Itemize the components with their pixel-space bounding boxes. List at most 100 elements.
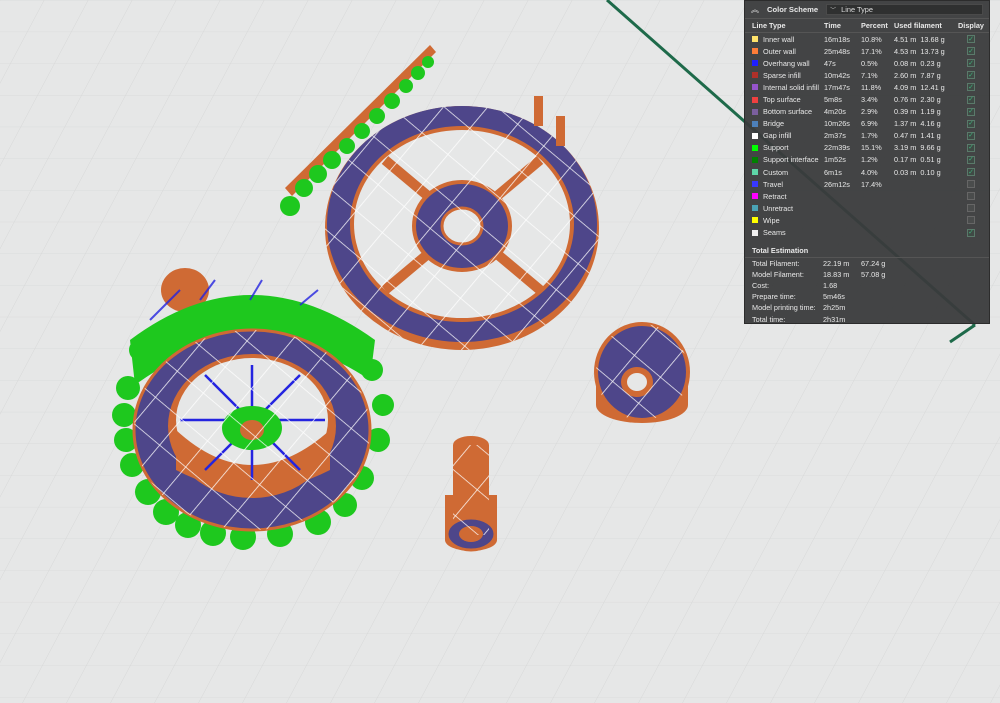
percent-value: 4.0% [861,167,878,177]
filament-value: 0.08 m 0.23 g [894,59,956,68]
line-type-cell: Wipe [752,216,824,225]
display-checkbox[interactable]: ✓ [967,35,975,44]
filament-length: 2.60 m [894,70,917,80]
display-checkbox[interactable]: ✓ [967,71,975,80]
filament-value: 2.60 m 7.87 g [894,71,956,80]
percent-value: 11.8% [861,82,882,92]
color-swatch [752,60,758,67]
display-checkbox[interactable]: ✓ [967,228,975,237]
color-scheme-value: Line Type [841,5,873,14]
line-type-name: Overhang wall [763,58,810,68]
filament-value: 4.51 m 13.68 g [894,35,956,44]
color-swatch [752,96,758,103]
line-type-name: Travel [763,179,784,189]
display-checkbox[interactable]: ✓ [967,47,975,56]
legend-column-headers: Line Type Time Percent Used filament Dis… [745,19,989,33]
line-type-cell: Top surface [752,95,824,104]
display-cell: ✓ [956,131,986,140]
time-value: 17m47s [824,82,850,92]
legend-row: Bottom surface 4m20s 2.9% 0.39 m 1.19 g ✓ [745,106,989,118]
filament-value: 0.39 m 1.19 g [894,107,956,116]
total-value-2: 67.24 g [861,258,886,268]
filament-length: 0.39 m [894,107,917,117]
display-cell: ✓ [956,107,986,116]
total-value-1: 1.68 [823,281,838,291]
legend-row: Bridge 10m26s 6.9% 1.37 m 4.16 g ✓ [745,118,989,130]
line-type-cell: Bridge [752,119,824,128]
filament-length: 4.09 m [894,82,917,92]
legend-row: Sparse infill 10m42s 7.1% 2.60 m 7.87 g ✓ [745,69,989,81]
display-checkbox[interactable]: ✓ [967,107,975,116]
filament-weight: 0.51 g [920,155,941,165]
color-scheme-select[interactable]: ﹀ Line Type [826,4,983,15]
color-swatch [752,84,758,91]
color-swatch [752,144,758,151]
filament-value: 0.17 m 0.51 g [894,155,956,164]
line-type-name: Outer wall [763,46,796,56]
filament-weight: 0.23 g [920,58,941,68]
col-display: Display [958,21,984,30]
time-value: 5m8s [824,95,842,105]
display-cell [956,180,986,189]
filament-weight: 1.19 g [920,107,941,117]
display-checkbox[interactable]: ✓ [967,83,975,92]
color-swatch [752,156,758,163]
line-type-cell: Bottom surface [752,107,824,116]
filament-value: 3.19 m 9.66 g [894,143,956,152]
display-checkbox[interactable] [967,204,975,213]
color-swatch [752,36,758,43]
filament-length: 0.08 m [894,58,917,68]
filament-value: 0.03 m 0.10 g [894,168,956,177]
percent-value: 17.4% [861,179,882,189]
filament-value [894,192,956,201]
display-checkbox[interactable]: ✓ [967,143,975,152]
display-checkbox[interactable]: ✓ [967,95,975,104]
legend-row: Custom 6m1s 4.0% 0.03 m 0.10 g ✓ [745,166,989,178]
percent-value: 15.1% [861,143,882,153]
display-checkbox[interactable]: ✓ [967,59,975,68]
total-value-1: 2h25m [823,303,846,313]
line-type-name: Support [763,143,789,153]
display-checkbox[interactable]: ✓ [967,168,975,177]
filament-value: 0.47 m 1.41 g [894,131,956,140]
total-value-1: 22.19 m [823,258,850,268]
time-value: 16m18s [824,34,850,44]
total-value-1: 5m46s [823,292,845,302]
display-checkbox[interactable]: ✓ [967,155,975,164]
time-value: 47s [824,58,836,68]
time-value: 6m1s [824,167,842,177]
line-type-cell: Custom [752,168,824,177]
percent-value: 1.7% [861,131,878,141]
display-cell: ✓ [956,83,986,92]
percent-value: 0.5% [861,58,878,68]
display-cell [956,204,986,213]
line-type-cell: Seams [752,228,824,237]
percent-value: 6.9% [861,119,878,129]
total-row: Total time: 2h31m [745,314,989,325]
display-checkbox[interactable] [967,192,975,201]
time-value: 4m20s [824,107,846,117]
display-cell: ✓ [956,59,986,68]
display-checkbox[interactable] [967,216,975,225]
color-swatch [752,193,758,200]
line-type-cell: Inner wall [752,35,824,44]
filament-weight: 1.41 g [920,131,941,141]
display-cell: ✓ [956,71,986,80]
time-value: 26m12s [824,179,850,189]
percent-value: 2.9% [861,107,878,117]
total-value-1: 2h31m [823,314,846,324]
color-swatch [752,120,758,127]
line-type-name: Custom [763,167,789,177]
display-checkbox[interactable] [967,180,975,189]
display-cell: ✓ [956,95,986,104]
line-type-name: Bridge [763,119,785,129]
legend-row: Seams ✓ [745,227,989,239]
filament-value: 1.37 m 4.16 g [894,119,956,128]
legend-row: Wipe [745,214,989,226]
display-checkbox[interactable]: ✓ [967,131,975,140]
time-value: 22m39s [824,143,850,153]
legend-totals: Total Filament: 22.19 m 67.24 g Model Filam… [745,258,989,325]
collapse-chevron-icon[interactable]: ︽ [751,4,761,15]
display-checkbox[interactable]: ✓ [967,119,975,128]
filament-length: 0.76 m [894,95,917,105]
